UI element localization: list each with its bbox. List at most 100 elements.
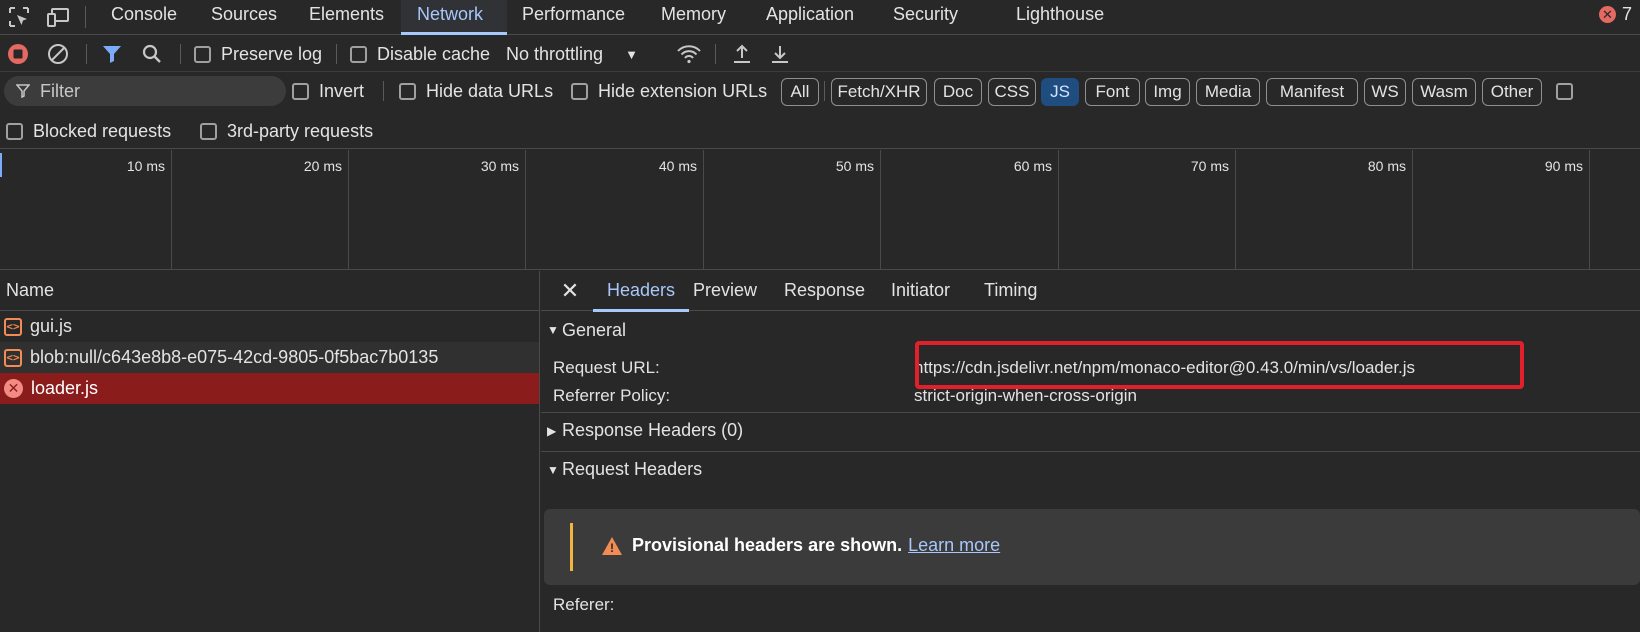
learn-more-link[interactable]: Learn more [908, 535, 1000, 556]
type-filter-fetch-xhr[interactable]: Fetch/XHR [831, 78, 927, 106]
checkbox-box[interactable] [200, 122, 217, 140]
network-conditions-button[interactable] [676, 36, 702, 72]
tick-label: 80 ms [1367, 158, 1406, 174]
type-filter-ws[interactable]: WS [1364, 78, 1406, 106]
waterfall-overview[interactable]: 10 ms 20 ms 30 ms 40 ms 50 ms 60 ms 70 m… [0, 150, 1640, 270]
tab-initiator[interactable]: Initiator [877, 271, 964, 311]
tab-sources[interactable]: Sources [195, 0, 293, 35]
throttling-select[interactable]: No throttling ▼ [506, 36, 638, 72]
type-filter-doc[interactable]: Doc [934, 78, 982, 106]
type-filter-wasm[interactable]: Wasm [1412, 78, 1476, 106]
type-filter-js[interactable]: JS [1041, 78, 1079, 106]
tab-performance[interactable]: Performance [506, 0, 641, 35]
disable-cache-label: Disable cache [377, 43, 491, 64]
inspect-element-icon[interactable] [6, 4, 32, 30]
section-title: Request Headers [562, 459, 703, 479]
filter-input[interactable]: Filter [4, 76, 286, 106]
tick-label: 40 ms [658, 158, 697, 174]
checkbox-box[interactable] [571, 82, 588, 100]
tab-preview[interactable]: Preview [679, 271, 771, 311]
type-filter-other[interactable]: Other [1482, 78, 1542, 106]
type-filter-img[interactable]: Img [1145, 78, 1190, 106]
timeline-column: 60 ms [881, 150, 1059, 269]
import-har-button[interactable] [730, 36, 754, 72]
request-row[interactable]: <> blob:null/c643e8b8-e075-42cd-9805-0f5… [0, 342, 539, 373]
request-name: blob:null/c643e8b8-e075-42cd-9805-0f5bac… [30, 347, 439, 367]
preserve-log-checkbox[interactable]: Preserve log [194, 36, 322, 72]
timeline-column: 70 ms [1059, 150, 1236, 269]
blocked-requests-checkbox[interactable]: Blocked requests [6, 113, 171, 149]
hide-extension-urls-label: Hide extension URLs [598, 80, 768, 101]
wifi-settings-icon [677, 45, 701, 64]
type-filter-css[interactable]: CSS [988, 78, 1036, 106]
checkbox-box[interactable] [6, 122, 23, 140]
third-party-requests-checkbox[interactable]: 3rd-party requests [200, 113, 373, 149]
record-icon [8, 44, 28, 64]
invert-checkbox[interactable]: Invert [292, 73, 364, 109]
type-filter-media[interactable]: Media [1196, 78, 1260, 106]
search-button[interactable] [140, 36, 164, 72]
type-filter-all[interactable]: All [781, 78, 819, 106]
tick-label: 20 ms [303, 158, 342, 174]
script-icon: <> [4, 348, 22, 367]
error-counter[interactable]: ✕ 7 [1598, 4, 1632, 25]
name-column-header[interactable]: Name [0, 271, 539, 311]
response-headers-section-header[interactable]: ▶ Response Headers (0) [541, 412, 1640, 448]
hide-data-urls-checkbox[interactable]: Hide data URLs [399, 73, 553, 109]
close-icon[interactable]: ✕ [557, 271, 583, 311]
request-row-selected[interactable]: ✕ loader.js [0, 373, 539, 404]
tab-memory[interactable]: Memory [645, 0, 742, 35]
error-icon: ✕ [4, 379, 23, 398]
timeline-column: 50 ms [704, 150, 881, 269]
funnel-icon [103, 46, 121, 63]
tab-headers[interactable]: Headers [593, 271, 690, 312]
download-icon [772, 46, 788, 63]
tab-timing[interactable]: Timing [970, 271, 1051, 311]
hide-extension-urls-checkbox[interactable]: Hide extension URLs [571, 73, 767, 109]
checkbox-box[interactable] [194, 45, 211, 63]
section-title: Response Headers (0) [562, 420, 744, 440]
invert-label: Invert [319, 80, 365, 101]
tick-label: 30 ms [480, 158, 519, 174]
throttling-value: No throttling [506, 43, 604, 64]
extra-filter-row: Blocked requests 3rd-party requests [0, 113, 1640, 149]
tab-application[interactable]: Application [750, 0, 870, 35]
checkbox-box[interactable] [399, 82, 416, 100]
request-headers-section-header[interactable]: ▼ Request Headers [541, 451, 1640, 487]
checkbox-box[interactable] [292, 82, 309, 100]
filter-placeholder: Filter [40, 80, 80, 101]
export-har-button[interactable] [768, 36, 792, 72]
timeline-column: 20 ms [172, 150, 349, 269]
timeline-column: 80 ms [1236, 150, 1413, 269]
warning-text: Provisional headers are shown. [632, 535, 903, 555]
divider [336, 44, 337, 64]
checkbox-box[interactable] [350, 45, 367, 63]
tab-elements[interactable]: Elements [293, 0, 400, 35]
device-toolbar-icon[interactable] [46, 4, 72, 30]
tab-network[interactable]: Network [401, 0, 507, 35]
divider [383, 81, 384, 101]
type-filter-font[interactable]: Font [1085, 78, 1140, 106]
triangle-right-icon: ▶ [547, 423, 557, 438]
request-row[interactable]: <> gui.js [0, 311, 539, 342]
checkbox-box[interactable] [1556, 83, 1573, 100]
divider [715, 44, 716, 64]
request-list: Name <> gui.js <> blob:null/c643e8b8-e07… [0, 271, 540, 632]
divider [180, 44, 181, 64]
tick-label: 60 ms [1013, 158, 1052, 174]
tick-label: 50 ms [835, 158, 874, 174]
script-icon: <> [4, 317, 22, 336]
disable-cache-checkbox[interactable]: Disable cache [350, 36, 490, 72]
tab-lighthouse[interactable]: Lighthouse [1000, 0, 1120, 35]
filter-toggle-button[interactable] [100, 36, 124, 72]
stop-recording-button[interactable] [6, 36, 30, 72]
tab-response[interactable]: Response [770, 271, 879, 311]
funnel-icon [16, 84, 30, 98]
preserve-log-label: Preserve log [221, 43, 323, 64]
tab-console[interactable]: Console [95, 0, 193, 35]
tab-security[interactable]: Security [877, 0, 974, 35]
clear-button[interactable] [46, 36, 70, 72]
type-filter-manifest[interactable]: Manifest [1266, 78, 1358, 106]
header-key: Referrer Policy: [553, 386, 671, 405]
network-toolbar: Preserve log Disable cache No throttling… [0, 36, 1640, 72]
